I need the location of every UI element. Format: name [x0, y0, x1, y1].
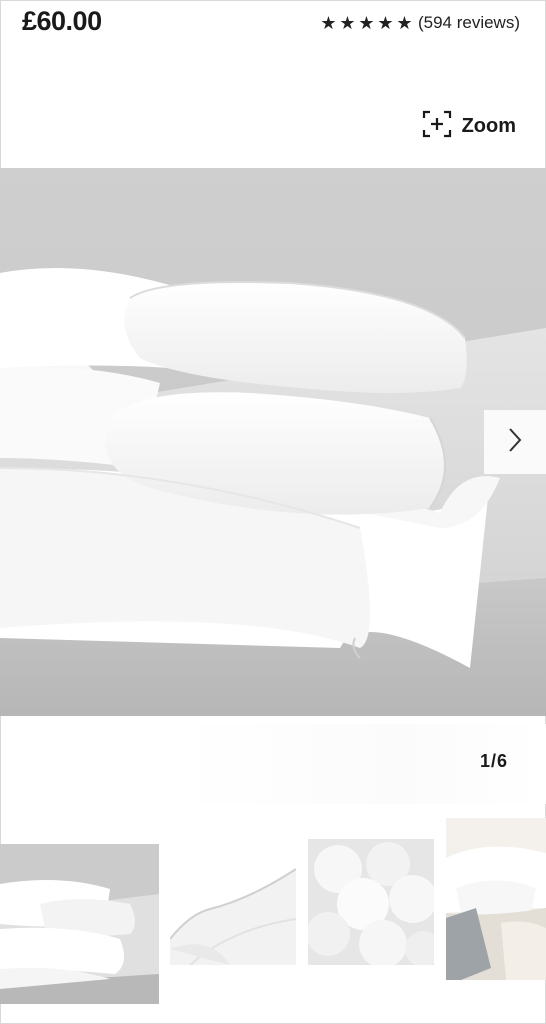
next-image-button[interactable]	[484, 410, 546, 474]
reviews-link[interactable]: (594 reviews)	[418, 13, 520, 33]
star-icon: ★	[320, 13, 337, 33]
star-icon: ★	[358, 13, 375, 33]
product-price: £60.00	[22, 6, 102, 36]
star-icon: ★	[339, 13, 356, 33]
thumbnail-bed-scene[interactable]	[446, 818, 546, 980]
star-icon: ★	[377, 13, 394, 33]
thumbnail-fibre-filling[interactable]	[308, 839, 434, 965]
zoom-label: Zoom	[461, 115, 516, 137]
star-icon: ★	[396, 13, 413, 33]
image-counter: 1/6	[479, 751, 508, 771]
zoom-button[interactable]: Zoom	[422, 110, 516, 143]
thumbnail-duvet-stack[interactable]	[0, 844, 159, 1004]
main-product-image[interactable]	[0, 168, 546, 716]
star-rating: ★ ★ ★ ★ ★	[319, 13, 414, 33]
thumbnail-duvet-corner[interactable]	[170, 839, 296, 965]
product-rating[interactable]: ★ ★ ★ ★ ★ (594 reviews)	[319, 13, 520, 33]
chevron-right-icon	[505, 425, 525, 460]
zoom-icon	[422, 110, 452, 143]
